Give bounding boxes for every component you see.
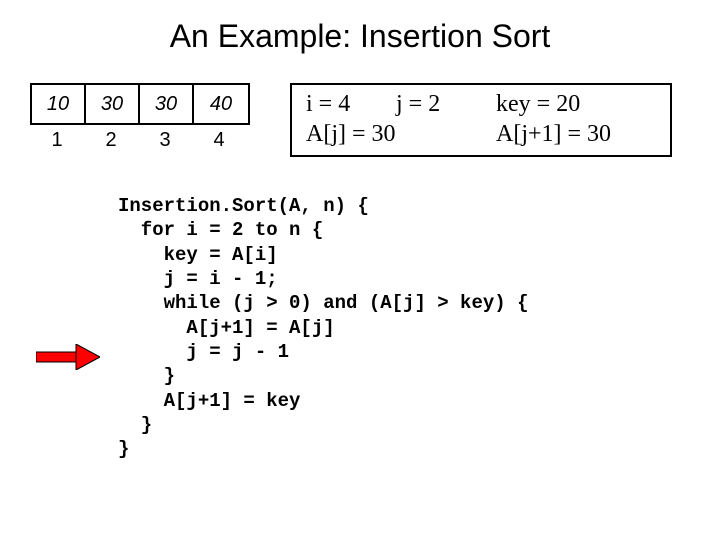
array-index: 4	[192, 129, 246, 152]
state-box: i = 4 j = 2 key = 20 A[j] = 30 A[j+1] = …	[290, 83, 672, 157]
code-line: Insertion.Sort(A, n) {	[118, 195, 369, 217]
array-cell: 40	[194, 85, 248, 123]
array-indices: 1 2 3 4	[30, 129, 250, 152]
code-line: }	[118, 414, 152, 436]
array-index: 3	[138, 129, 192, 152]
array-block: 10 30 30 40 1 2 3 4	[30, 83, 250, 152]
code-line: }	[118, 365, 175, 387]
slide-title: An Example: Insertion Sort	[0, 0, 720, 55]
array-cell: 30	[140, 85, 194, 123]
code-line: j = i - 1;	[118, 268, 278, 290]
code-line: j = j - 1	[118, 341, 289, 363]
state-aj: A[j] = 30	[306, 119, 496, 149]
array-cells: 10 30 30 40	[30, 83, 250, 125]
state-key: key = 20	[496, 89, 656, 119]
code-line: for i = 2 to n {	[118, 219, 323, 241]
state-row-2: A[j] = 30 A[j+1] = 30	[306, 119, 656, 149]
state-j: j = 2	[396, 89, 496, 119]
code-line: A[j+1] = key	[118, 390, 300, 412]
array-index: 2	[84, 129, 138, 152]
top-row: 10 30 30 40 1 2 3 4 i = 4 j = 2 key = 20…	[0, 83, 720, 157]
code-line: while (j > 0) and (A[j] > key) {	[118, 292, 528, 314]
state-i: i = 4	[306, 89, 396, 119]
code-line: }	[118, 438, 129, 460]
state-ajp1: A[j+1] = 30	[496, 119, 656, 149]
array-cell: 10	[32, 85, 86, 123]
state-row-1: i = 4 j = 2 key = 20	[306, 89, 656, 119]
array-cell: 30	[86, 85, 140, 123]
code-line: A[j+1] = A[j]	[118, 317, 335, 339]
code-line: key = A[i]	[118, 244, 278, 266]
array-index: 1	[30, 129, 84, 152]
arrow-icon	[36, 344, 100, 370]
code-block: Insertion.Sort(A, n) { for i = 2 to n { …	[118, 194, 528, 461]
